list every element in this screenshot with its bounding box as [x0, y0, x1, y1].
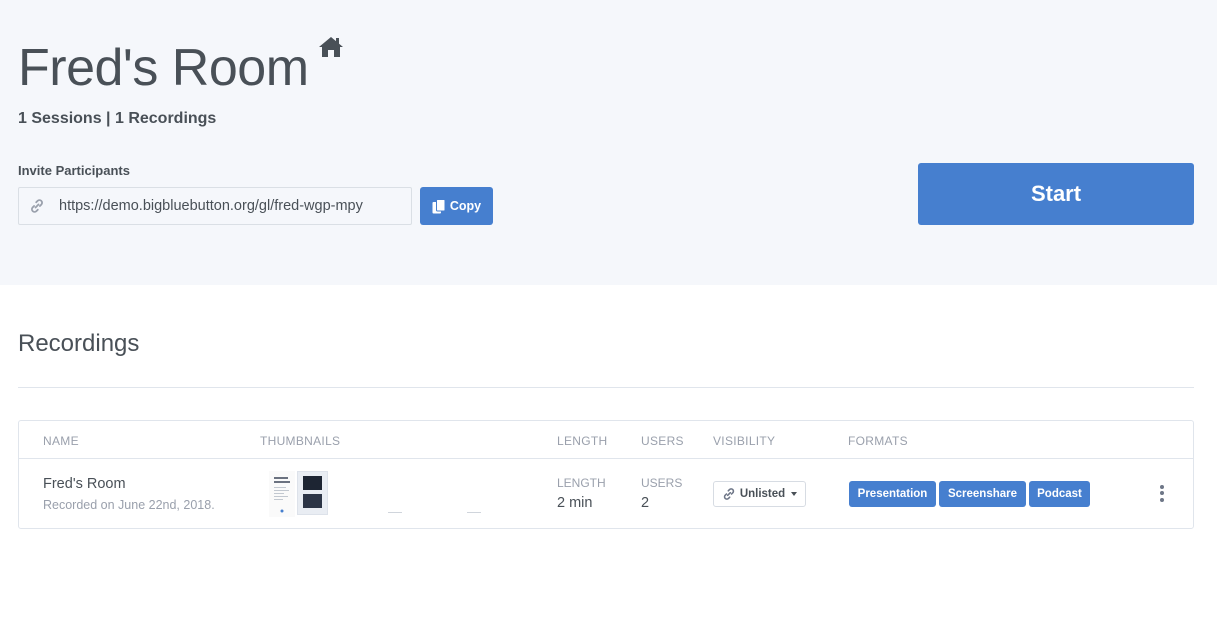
room-title: Fred's Room [18, 39, 309, 97]
room-header: Fred's Room 1 Sessions | 1 Recordings In… [0, 0, 1217, 285]
kebab-dot [1160, 491, 1164, 495]
link-icon [723, 488, 734, 500]
column-header-formats: FORMATS [848, 434, 908, 448]
start-button[interactable]: Start [918, 163, 1194, 225]
column-header-length: LENGTH [557, 434, 608, 448]
divider [18, 387, 1194, 388]
home-icon[interactable] [318, 36, 344, 58]
users-label: USERS [641, 476, 683, 490]
thumbnail-placeholder [388, 512, 402, 513]
invite-label: Invite Participants [18, 163, 130, 178]
format-podcast-button[interactable]: Podcast [1029, 481, 1090, 507]
visibility-dropdown[interactable]: Unlisted [713, 481, 806, 507]
table-header: NAME THUMBNAILS LENGTH USERS VISIBILITY … [19, 421, 1193, 459]
thumbnail-slide[interactable] [269, 471, 295, 517]
copy-icon [432, 198, 446, 213]
caret-down-icon [791, 492, 798, 496]
room-stats: 1 Sessions | 1 Recordings [18, 110, 217, 127]
copy-button-label: Copy [449, 199, 482, 213]
thumbnail-placeholder [467, 512, 481, 513]
link-icon [31, 199, 43, 213]
invite-url-field[interactable]: https://demo.bigbluebutton.org/gl/fred-w… [18, 187, 412, 225]
recording-length: 2 min [557, 495, 593, 511]
recordings-title: Recordings [18, 330, 140, 357]
column-header-users: USERS [641, 434, 684, 448]
kebab-menu-icon[interactable] [1155, 482, 1169, 504]
column-header-name: NAME [43, 434, 79, 448]
thumbnail-screen-top [303, 476, 322, 490]
recording-name: Fred's Room [43, 476, 126, 492]
recording-date: Recorded on June 22nd, 2018. [43, 498, 215, 512]
copy-button[interactable]: Copy [420, 187, 493, 225]
recording-users: 2 [641, 495, 650, 511]
thumbnail-screen-bottom [303, 494, 322, 508]
kebab-dot [1160, 484, 1164, 489]
format-presentation-button[interactable]: Presentation [849, 481, 936, 507]
thumbnail-screen[interactable] [297, 471, 328, 515]
visibility-label: Unlisted [739, 488, 786, 500]
invite-url-text: https://demo.bigbluebutton.org/gl/fred-w… [59, 198, 363, 214]
column-header-thumbnails: THUMBNAILS [260, 434, 341, 448]
column-header-visibility: VISIBILITY [713, 434, 776, 448]
length-label: LENGTH [557, 476, 606, 490]
recordings-table: NAME THUMBNAILS LENGTH USERS VISIBILITY … [18, 420, 1194, 529]
recording-thumbnails [269, 471, 481, 517]
kebab-dot [1160, 497, 1164, 502]
format-screenshare-button[interactable]: Screenshare [939, 481, 1026, 507]
